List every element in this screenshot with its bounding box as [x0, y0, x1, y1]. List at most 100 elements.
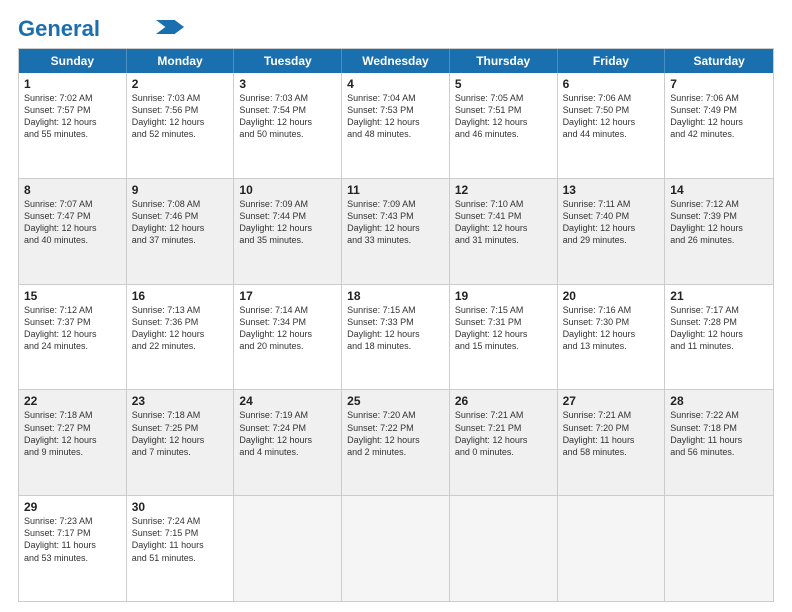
calendar-cell: 4Sunrise: 7:04 AMSunset: 7:53 PMDaylight…	[342, 73, 450, 178]
day-number: 10	[239, 183, 336, 197]
cell-info: Sunrise: 7:15 AMSunset: 7:31 PMDaylight:…	[455, 304, 552, 353]
day-number: 17	[239, 289, 336, 303]
cell-info: Sunrise: 7:20 AMSunset: 7:22 PMDaylight:…	[347, 409, 444, 458]
day-number: 28	[670, 394, 768, 408]
day-number: 12	[455, 183, 552, 197]
calendar-row: 29Sunrise: 7:23 AMSunset: 7:17 PMDayligh…	[19, 495, 773, 601]
calendar-header: SundayMondayTuesdayWednesdayThursdayFrid…	[19, 49, 773, 73]
day-number: 9	[132, 183, 229, 197]
day-number: 27	[563, 394, 660, 408]
cell-info: Sunrise: 7:22 AMSunset: 7:18 PMDaylight:…	[670, 409, 768, 458]
calendar-cell: 8Sunrise: 7:07 AMSunset: 7:47 PMDaylight…	[19, 179, 127, 284]
calendar-cell: 5Sunrise: 7:05 AMSunset: 7:51 PMDaylight…	[450, 73, 558, 178]
calendar-cell: 26Sunrise: 7:21 AMSunset: 7:21 PMDayligh…	[450, 390, 558, 495]
day-number: 7	[670, 77, 768, 91]
cell-info: Sunrise: 7:16 AMSunset: 7:30 PMDaylight:…	[563, 304, 660, 353]
cell-info: Sunrise: 7:23 AMSunset: 7:17 PMDaylight:…	[24, 515, 121, 564]
calendar: SundayMondayTuesdayWednesdayThursdayFrid…	[18, 48, 774, 602]
header-cell-saturday: Saturday	[665, 49, 773, 73]
day-number: 5	[455, 77, 552, 91]
day-number: 20	[563, 289, 660, 303]
calendar-cell	[450, 496, 558, 601]
day-number: 6	[563, 77, 660, 91]
header: General	[18, 18, 774, 38]
cell-info: Sunrise: 7:15 AMSunset: 7:33 PMDaylight:…	[347, 304, 444, 353]
cell-info: Sunrise: 7:03 AMSunset: 7:54 PMDaylight:…	[239, 92, 336, 141]
calendar-cell: 23Sunrise: 7:18 AMSunset: 7:25 PMDayligh…	[127, 390, 235, 495]
header-cell-tuesday: Tuesday	[234, 49, 342, 73]
cell-info: Sunrise: 7:13 AMSunset: 7:36 PMDaylight:…	[132, 304, 229, 353]
day-number: 4	[347, 77, 444, 91]
calendar-row: 15Sunrise: 7:12 AMSunset: 7:37 PMDayligh…	[19, 284, 773, 390]
day-number: 18	[347, 289, 444, 303]
day-number: 11	[347, 183, 444, 197]
calendar-cell: 2Sunrise: 7:03 AMSunset: 7:56 PMDaylight…	[127, 73, 235, 178]
calendar-cell: 1Sunrise: 7:02 AMSunset: 7:57 PMDaylight…	[19, 73, 127, 178]
calendar-cell: 15Sunrise: 7:12 AMSunset: 7:37 PMDayligh…	[19, 285, 127, 390]
day-number: 22	[24, 394, 121, 408]
calendar-cell: 27Sunrise: 7:21 AMSunset: 7:20 PMDayligh…	[558, 390, 666, 495]
day-number: 24	[239, 394, 336, 408]
calendar-cell: 14Sunrise: 7:12 AMSunset: 7:39 PMDayligh…	[665, 179, 773, 284]
calendar-cell: 12Sunrise: 7:10 AMSunset: 7:41 PMDayligh…	[450, 179, 558, 284]
logo-icon	[156, 20, 184, 34]
cell-info: Sunrise: 7:08 AMSunset: 7:46 PMDaylight:…	[132, 198, 229, 247]
cell-info: Sunrise: 7:07 AMSunset: 7:47 PMDaylight:…	[24, 198, 121, 247]
cell-info: Sunrise: 7:02 AMSunset: 7:57 PMDaylight:…	[24, 92, 121, 141]
day-number: 3	[239, 77, 336, 91]
calendar-cell: 13Sunrise: 7:11 AMSunset: 7:40 PMDayligh…	[558, 179, 666, 284]
calendar-cell: 21Sunrise: 7:17 AMSunset: 7:28 PMDayligh…	[665, 285, 773, 390]
calendar-body: 1Sunrise: 7:02 AMSunset: 7:57 PMDaylight…	[19, 73, 773, 601]
day-number: 30	[132, 500, 229, 514]
calendar-cell	[558, 496, 666, 601]
day-number: 23	[132, 394, 229, 408]
calendar-cell: 3Sunrise: 7:03 AMSunset: 7:54 PMDaylight…	[234, 73, 342, 178]
calendar-cell: 18Sunrise: 7:15 AMSunset: 7:33 PMDayligh…	[342, 285, 450, 390]
calendar-cell	[665, 496, 773, 601]
cell-info: Sunrise: 7:09 AMSunset: 7:43 PMDaylight:…	[347, 198, 444, 247]
calendar-cell: 30Sunrise: 7:24 AMSunset: 7:15 PMDayligh…	[127, 496, 235, 601]
day-number: 14	[670, 183, 768, 197]
calendar-cell: 22Sunrise: 7:18 AMSunset: 7:27 PMDayligh…	[19, 390, 127, 495]
header-cell-monday: Monday	[127, 49, 235, 73]
cell-info: Sunrise: 7:21 AMSunset: 7:20 PMDaylight:…	[563, 409, 660, 458]
header-cell-sunday: Sunday	[19, 49, 127, 73]
day-number: 26	[455, 394, 552, 408]
day-number: 29	[24, 500, 121, 514]
calendar-cell: 7Sunrise: 7:06 AMSunset: 7:49 PMDaylight…	[665, 73, 773, 178]
cell-info: Sunrise: 7:14 AMSunset: 7:34 PMDaylight:…	[239, 304, 336, 353]
cell-info: Sunrise: 7:04 AMSunset: 7:53 PMDaylight:…	[347, 92, 444, 141]
cell-info: Sunrise: 7:18 AMSunset: 7:25 PMDaylight:…	[132, 409, 229, 458]
calendar-cell	[234, 496, 342, 601]
day-number: 16	[132, 289, 229, 303]
calendar-row: 22Sunrise: 7:18 AMSunset: 7:27 PMDayligh…	[19, 389, 773, 495]
cell-info: Sunrise: 7:18 AMSunset: 7:27 PMDaylight:…	[24, 409, 121, 458]
day-number: 2	[132, 77, 229, 91]
logo-text: General	[18, 18, 100, 40]
header-cell-wednesday: Wednesday	[342, 49, 450, 73]
cell-info: Sunrise: 7:03 AMSunset: 7:56 PMDaylight:…	[132, 92, 229, 141]
calendar-cell: 17Sunrise: 7:14 AMSunset: 7:34 PMDayligh…	[234, 285, 342, 390]
cell-info: Sunrise: 7:12 AMSunset: 7:39 PMDaylight:…	[670, 198, 768, 247]
calendar-cell: 6Sunrise: 7:06 AMSunset: 7:50 PMDaylight…	[558, 73, 666, 178]
logo-general: General	[18, 16, 100, 41]
calendar-row: 8Sunrise: 7:07 AMSunset: 7:47 PMDaylight…	[19, 178, 773, 284]
cell-info: Sunrise: 7:19 AMSunset: 7:24 PMDaylight:…	[239, 409, 336, 458]
cell-info: Sunrise: 7:11 AMSunset: 7:40 PMDaylight:…	[563, 198, 660, 247]
day-number: 1	[24, 77, 121, 91]
cell-info: Sunrise: 7:06 AMSunset: 7:50 PMDaylight:…	[563, 92, 660, 141]
calendar-cell: 25Sunrise: 7:20 AMSunset: 7:22 PMDayligh…	[342, 390, 450, 495]
header-cell-thursday: Thursday	[450, 49, 558, 73]
calendar-cell: 24Sunrise: 7:19 AMSunset: 7:24 PMDayligh…	[234, 390, 342, 495]
day-number: 15	[24, 289, 121, 303]
cell-info: Sunrise: 7:06 AMSunset: 7:49 PMDaylight:…	[670, 92, 768, 141]
calendar-cell: 19Sunrise: 7:15 AMSunset: 7:31 PMDayligh…	[450, 285, 558, 390]
day-number: 13	[563, 183, 660, 197]
calendar-cell: 10Sunrise: 7:09 AMSunset: 7:44 PMDayligh…	[234, 179, 342, 284]
cell-info: Sunrise: 7:09 AMSunset: 7:44 PMDaylight:…	[239, 198, 336, 247]
calendar-cell: 28Sunrise: 7:22 AMSunset: 7:18 PMDayligh…	[665, 390, 773, 495]
calendar-cell: 20Sunrise: 7:16 AMSunset: 7:30 PMDayligh…	[558, 285, 666, 390]
calendar-cell: 29Sunrise: 7:23 AMSunset: 7:17 PMDayligh…	[19, 496, 127, 601]
cell-info: Sunrise: 7:21 AMSunset: 7:21 PMDaylight:…	[455, 409, 552, 458]
calendar-cell: 11Sunrise: 7:09 AMSunset: 7:43 PMDayligh…	[342, 179, 450, 284]
